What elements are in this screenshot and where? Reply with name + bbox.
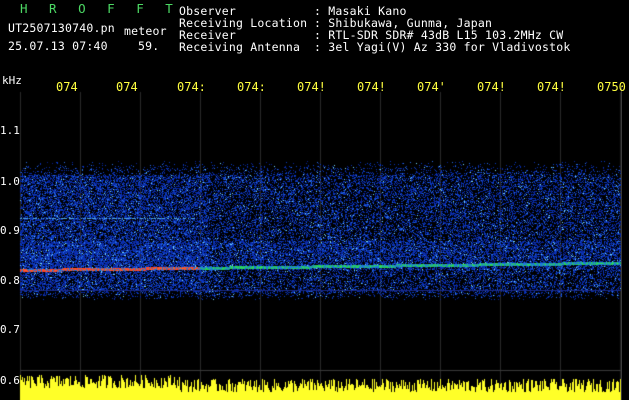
antenna-value: : 3el Yagi(V) Az 330 for Vladivostok bbox=[314, 40, 571, 54]
time-tick-label: 074' bbox=[417, 80, 446, 94]
mode-label: meteor bbox=[124, 24, 167, 38]
spectrogram-canvas bbox=[0, 0, 629, 400]
app-brand-label: H R O F F T bbox=[20, 1, 180, 16]
frequency-tick-label: 1.0 bbox=[0, 175, 20, 188]
time-tick-label: 074! bbox=[537, 80, 566, 94]
unit-label: kHz bbox=[2, 74, 22, 87]
time-tick-label: 074 bbox=[56, 80, 78, 94]
frequency-tick-label: 0.6 bbox=[0, 374, 20, 387]
time-tick-label: 074! bbox=[357, 80, 386, 94]
frequency-tick-label: 1.1 bbox=[0, 124, 20, 137]
frequency-tick-label: 0.7 bbox=[0, 323, 20, 336]
right-border-line bbox=[621, 86, 622, 400]
filename-label: UT2507130740.pn bbox=[8, 21, 115, 35]
datetime-label: 25.07.13 07:40 bbox=[8, 39, 108, 53]
seconds-label: 59. bbox=[138, 39, 160, 53]
time-tick-label: 074: bbox=[177, 80, 206, 94]
time-tick-label: 074! bbox=[297, 80, 326, 94]
time-tick-label: 0750 bbox=[597, 80, 626, 94]
antenna-label: Receiving Antenna bbox=[179, 40, 301, 54]
time-tick-label: 074! bbox=[477, 80, 506, 94]
time-tick-label: 074: bbox=[237, 80, 266, 94]
time-tick-label: 074 bbox=[116, 80, 138, 94]
frequency-tick-label: 0.9 bbox=[0, 224, 20, 237]
frequency-tick-label: 0.8 bbox=[0, 274, 20, 287]
